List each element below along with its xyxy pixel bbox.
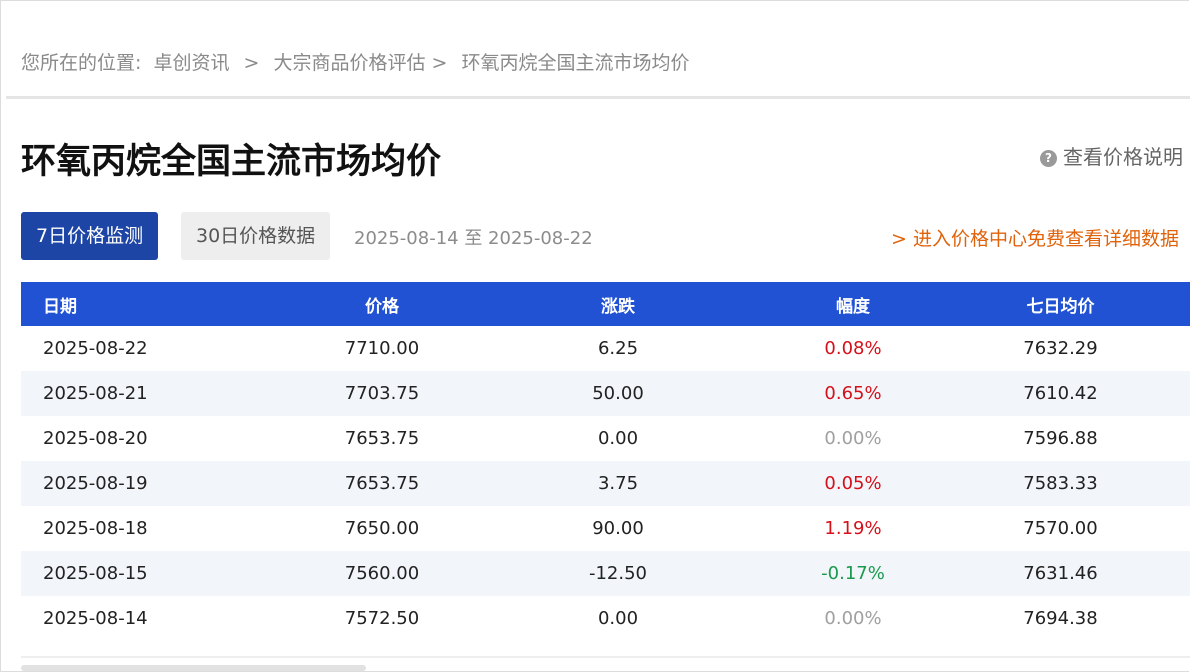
tab-7-day-monitor[interactable]: 7日价格监测: [21, 212, 159, 260]
cell-7day-average: 7631.46: [1023, 563, 1098, 584]
price-center-link[interactable]: > 进入价格中心免费查看详细数据: [891, 224, 1179, 251]
cell-7day-average: 7632.29: [1023, 338, 1098, 359]
cell-price: 7703.75: [344, 383, 420, 404]
table-row: 2025-08-21 7703.75 50.00 0.65% 7610.42: [21, 371, 1190, 416]
breadcrumb: 您所在的位置: 卓创资讯 > 大宗商品价格评估 > 环氧丙烷全国主流市场均价: [21, 48, 690, 75]
cell-price: 7650.00: [344, 518, 420, 539]
cell-price: 7572.50: [344, 608, 420, 629]
cell-date: 2025-08-21: [43, 383, 148, 404]
price-table: 日期 价格 涨跌 幅度 七日均价 2025-08-22 7710.00 6.25 0.…: [21, 282, 1190, 641]
table-header: 日期 价格 涨跌 幅度 七日均价: [21, 282, 1190, 326]
cell-7day-average: 7583.33: [1023, 473, 1098, 494]
price-help-link[interactable]: ? 查看价格说明: [1040, 141, 1183, 170]
cell-change: -12.50: [588, 563, 648, 584]
price-help-label: 查看价格说明: [1063, 145, 1183, 169]
table-row: 2025-08-19 7653.75 3.75 0.05% 7583.33: [21, 461, 1190, 506]
table-row: 2025-08-18 7650.00 90.00 1.19% 7570.00: [21, 506, 1190, 551]
cell-percent: 1.19%: [824, 518, 882, 539]
header-price: 价格: [365, 296, 399, 317]
breadcrumb-separator: >: [243, 52, 260, 74]
cell-date: 2025-08-19: [43, 473, 148, 494]
cell-change: 3.75: [597, 473, 639, 494]
cell-change: 90.00: [592, 518, 644, 539]
breadcrumb-item-current: 环氧丙烷全国主流市场均价: [461, 52, 690, 74]
horizontal-scrollbar[interactable]: [21, 665, 366, 671]
cell-percent: 0.08%: [824, 338, 882, 359]
cell-change: 0.00: [597, 428, 639, 449]
header-divider: [6, 96, 1190, 99]
table-row: 2025-08-20 7653.75 0.00 0.00% 7596.88: [21, 416, 1190, 461]
cell-7day-average: 7570.00: [1023, 518, 1098, 539]
cell-percent: 0.05%: [824, 473, 882, 494]
header-7day-average: 七日均价: [1026, 296, 1095, 317]
breadcrumb-separator: >: [431, 52, 448, 74]
table-row: 2025-08-15 7560.00 -12.50 -0.17% 7631.46: [21, 551, 1190, 596]
table-bottom-border: [21, 656, 1190, 658]
cell-percent: 0.00%: [824, 428, 882, 449]
cell-7day-average: 7694.38: [1023, 608, 1098, 629]
cell-price: 7653.75: [344, 473, 420, 494]
page-title: 环氧丙烷全国主流市场均价: [21, 142, 442, 182]
cell-change: 6.25: [597, 338, 639, 359]
breadcrumb-prefix: 您所在的位置:: [21, 52, 142, 74]
cell-date: 2025-08-15: [43, 563, 148, 584]
cell-date: 2025-08-22: [43, 338, 148, 359]
cell-percent: 0.65%: [824, 383, 882, 404]
table-row: 2025-08-22 7710.00 6.25 0.08% 7632.29: [21, 326, 1190, 371]
breadcrumb-item-category[interactable]: 大宗商品价格评估: [273, 48, 425, 75]
cell-7day-average: 7596.88: [1023, 428, 1098, 449]
table-body: 2025-08-22 7710.00 6.25 0.08% 7632.29 2025-08…: [21, 326, 1190, 641]
header-change: 涨跌: [601, 296, 635, 317]
header-percent: 幅度: [836, 296, 870, 317]
cell-price: 7710.00: [344, 338, 420, 359]
date-range: 2025-08-14 至 2025-08-22: [354, 228, 593, 249]
header-date: 日期: [43, 296, 77, 317]
table-row: 2025-08-14 7572.50 0.00 0.00% 7694.38: [21, 596, 1190, 641]
cell-date: 2025-08-20: [43, 428, 148, 449]
cell-price: 7653.75: [344, 428, 420, 449]
cell-price: 7560.00: [344, 563, 420, 584]
cell-percent: 0.00%: [824, 608, 882, 629]
cell-7day-average: 7610.42: [1023, 383, 1098, 404]
question-circle-icon: ?: [1040, 150, 1057, 167]
cell-date: 2025-08-18: [43, 518, 148, 539]
cell-change: 0.00: [597, 608, 639, 629]
cell-percent: -0.17%: [821, 563, 885, 584]
cell-change: 50.00: [592, 383, 644, 404]
breadcrumb-item-home[interactable]: 卓创资讯: [153, 48, 229, 75]
cell-date: 2025-08-14: [43, 608, 148, 629]
tab-30-day-data[interactable]: 30日价格数据: [181, 212, 331, 260]
